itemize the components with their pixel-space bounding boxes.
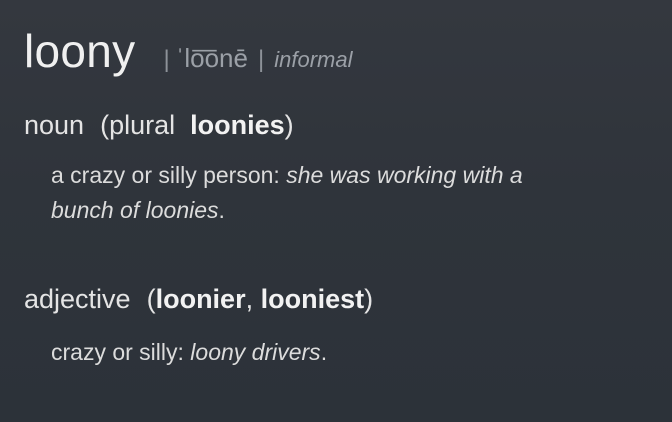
pronunciation: ˈlo͞onē	[175, 43, 248, 73]
inflected-form: loonier	[155, 284, 246, 314]
dictionary-panel: loony | ˈlo͞onē | informal noun (plural l…	[0, 0, 672, 422]
pos-line: noun (plural loonies)	[24, 112, 294, 139]
definition-text: crazy or silly:	[51, 339, 191, 365]
entry-header: loony | ˈlo͞onē | informal	[24, 28, 352, 74]
definition-end: .	[218, 197, 225, 223]
pos-line: adjective (loonier, looniest)	[24, 286, 373, 313]
forms-comma: ,	[245, 284, 261, 314]
definition-text: a crazy or silly person:	[51, 162, 287, 188]
forms-open: (plural	[100, 110, 176, 140]
definition-adjective: crazy or silly: loony drivers.	[51, 335, 327, 370]
forms-close: )	[364, 284, 374, 314]
forms-close: )	[284, 110, 294, 140]
example-text: bunch of loonies	[51, 197, 219, 223]
example-text: loony drivers	[190, 339, 321, 365]
sense-adjective: adjective (loonier, looniest)	[24, 286, 373, 313]
example-text: she was working with a	[286, 162, 523, 188]
definition-line: bunch of loonies.	[51, 193, 523, 228]
definition-end: .	[320, 339, 328, 365]
separator: |	[163, 46, 170, 73]
part-of-speech: adjective	[24, 284, 131, 314]
sense-noun: noun (plural loonies)	[24, 112, 294, 139]
register-label: informal	[274, 47, 353, 72]
definition-line: crazy or silly: loony drivers.	[51, 335, 327, 370]
inflected-form: loonies	[190, 110, 285, 140]
separator: |	[257, 46, 265, 73]
definition-line: a crazy or silly person: she was working…	[51, 158, 523, 193]
definition-noun: a crazy or silly person: she was working…	[51, 158, 523, 228]
part-of-speech: noun	[24, 110, 85, 140]
forms-open: (	[146, 284, 156, 314]
inflected-form: looniest	[260, 284, 365, 314]
headword: loony	[24, 25, 136, 77]
